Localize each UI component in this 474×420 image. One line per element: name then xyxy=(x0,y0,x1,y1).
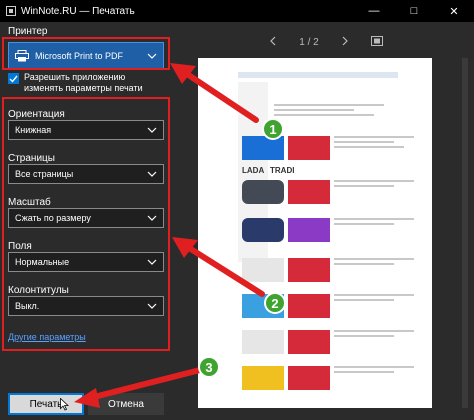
allow-app-checkbox-row[interactable]: Разрешить приложению изменять параметры … xyxy=(8,72,164,94)
allow-app-label: Разрешить приложению изменять параметры … xyxy=(24,72,143,93)
preview-item-5 xyxy=(242,258,418,282)
maximize-button[interactable]: □ xyxy=(394,0,434,22)
cancel-button[interactable]: Отмена xyxy=(88,393,164,415)
page-header-bar xyxy=(238,72,398,78)
prev-page-icon[interactable] xyxy=(269,36,277,49)
printer-label: Принтер xyxy=(8,26,48,37)
article-image xyxy=(288,258,330,282)
app-icon xyxy=(6,6,16,16)
cancel-button-label: Отмена xyxy=(108,398,144,410)
printer-highlight-box xyxy=(2,37,170,70)
article-image xyxy=(242,366,284,390)
print-button[interactable]: Печать xyxy=(8,393,84,415)
ad-text-lada: LADA xyxy=(242,166,265,175)
print-button-label: Печать xyxy=(29,398,63,410)
preview-item-8 xyxy=(242,366,418,390)
step-marker-2: 2 xyxy=(264,292,286,314)
article-image xyxy=(242,136,284,160)
preview-scrollbar[interactable] xyxy=(462,58,468,408)
page-counter: 1 / 2 xyxy=(299,37,318,48)
article-image xyxy=(288,180,330,204)
article-image xyxy=(242,258,284,282)
article-image xyxy=(288,218,330,242)
article-image xyxy=(288,294,330,318)
preview-page: LADA TRADI xyxy=(198,58,432,408)
article-image xyxy=(242,330,284,354)
ad-text-trade: TRADI xyxy=(270,166,295,175)
settings-highlight-box xyxy=(2,97,170,351)
window-title: WinNote.RU — Печатать xyxy=(21,5,135,17)
next-page-icon[interactable] xyxy=(341,36,349,49)
preview-item-7 xyxy=(242,330,418,354)
total-pages: 2 xyxy=(313,37,319,48)
preview-item-3 xyxy=(242,180,418,204)
allow-app-checkbox[interactable] xyxy=(8,73,19,84)
preview-item-4 xyxy=(242,218,418,242)
article-image xyxy=(288,330,330,354)
article-image xyxy=(288,136,330,160)
car-image xyxy=(242,218,284,242)
preview-item-1 xyxy=(274,104,394,119)
fit-page-icon[interactable] xyxy=(370,36,383,49)
page-separator: / xyxy=(307,37,311,48)
mouse-cursor-icon xyxy=(60,398,69,411)
article-image xyxy=(288,366,330,390)
page-navigator: 1 / 2 xyxy=(178,36,474,49)
close-button[interactable]: ✕ xyxy=(434,0,474,22)
step-marker-1: 1 xyxy=(262,118,284,140)
current-page: 1 xyxy=(299,37,305,48)
minimize-button[interactable]: — xyxy=(354,0,394,22)
car-image xyxy=(242,180,284,204)
preview-item-2 xyxy=(242,136,418,160)
step-marker-3: 3 xyxy=(198,356,220,378)
title-bar: WinNote.RU — Печатать — □ ✕ xyxy=(0,0,474,22)
